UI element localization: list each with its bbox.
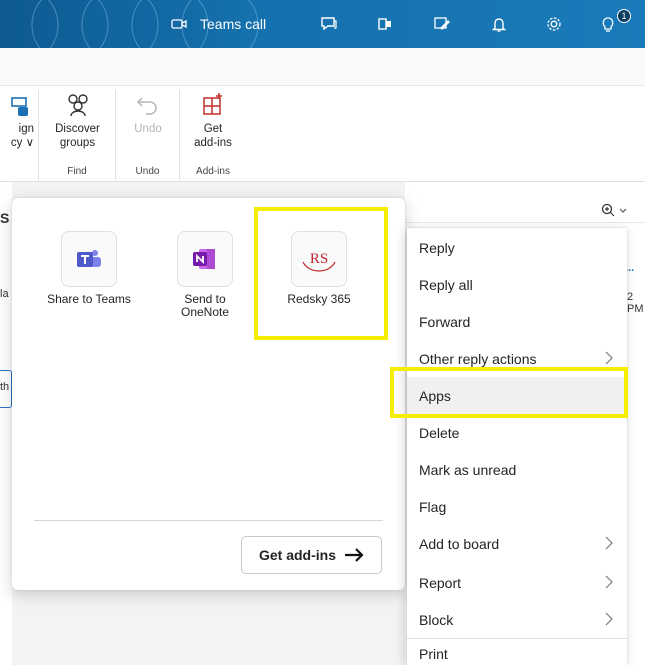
get-addins-label: Get add-ins (258, 547, 336, 563)
pen-icon (431, 13, 453, 35)
menu-label: Add to board (419, 535, 500, 552)
get-addins-button[interactable]: Get add-ins (241, 536, 382, 574)
menu-item-reply[interactable]: Reply (407, 229, 627, 266)
office-button[interactable] (374, 0, 396, 48)
message-list-strip (0, 182, 12, 665)
highlight-redsky (254, 207, 388, 340)
highlight-apps (390, 367, 628, 418)
menu-label: Report (419, 574, 462, 591)
camera-icon (168, 13, 190, 35)
menu-label: Reply all (419, 276, 473, 293)
menu-label: Other reply actions (419, 350, 537, 367)
menu-label: Flag (419, 498, 447, 515)
app-send-to-onenote[interactable]: Send to OneNote (155, 231, 255, 319)
menu-item-forward[interactable]: Forward (407, 303, 627, 340)
settings-button[interactable] (543, 0, 565, 48)
discover-groups-button[interactable]: Discover groups (39, 92, 116, 150)
menu-item-delete[interactable]: Delete (407, 414, 627, 451)
zoom-button[interactable] (601, 203, 631, 224)
office-icon (374, 13, 396, 35)
zoom-icon (601, 203, 627, 217)
menu-label: Block (419, 611, 454, 628)
list-heading-fragment: S (0, 210, 10, 226)
teams-icon (61, 231, 117, 287)
arrow-right-icon (345, 548, 364, 562)
list-text-fragment-1: la (0, 288, 9, 300)
ribbon: ign cy ∨ Discover groups Find Undo Undo … (0, 86, 645, 182)
chevron-right-icon (605, 351, 613, 365)
get-label-2: add-ins (194, 137, 232, 149)
menu-label: Print (419, 646, 448, 662)
menu-item-report[interactable]: Report (407, 564, 627, 601)
discover-label-2: groups (59, 137, 96, 149)
app-label-teams: Share to Teams (47, 292, 131, 306)
menu-divider (407, 638, 627, 639)
chat-button[interactable] (318, 0, 340, 48)
onenote-icon (177, 231, 233, 287)
menu-item-mark-as-unread[interactable]: Mark as unread (407, 451, 627, 488)
notifications-button[interactable] (488, 0, 510, 48)
policy-icon (11, 97, 28, 116)
undo-group-label: Undo (135, 166, 160, 177)
find-group-label: Find (67, 166, 87, 177)
people-icon (67, 94, 88, 117)
list-text-fragment-2: th (0, 381, 10, 393)
ribbon-group-undo: Undo Undo (116, 90, 180, 180)
menu-item-print[interactable]: Print (407, 641, 627, 665)
menu-item-flag[interactable]: Flag (407, 488, 627, 525)
teams-call-label: Teams call (200, 16, 267, 32)
ribbon-group-partial: ign cy ∨ (0, 90, 39, 180)
menu-label: Forward (419, 313, 471, 330)
policy-label-1: ign (18, 123, 34, 135)
addins-icon (203, 93, 222, 115)
notification-badge: 1 (617, 9, 631, 23)
addins-group-label: Add-ins (196, 166, 230, 177)
chevron-right-icon (605, 575, 613, 589)
teams-call-button[interactable]: Teams call (168, 0, 266, 48)
search-band (0, 48, 645, 86)
bell-icon (488, 13, 510, 35)
discover-label-1: Discover (55, 123, 100, 135)
policy-button[interactable]: ign cy ∨ (0, 96, 34, 150)
undo-button[interactable]: Undo (116, 92, 180, 136)
menu-label: Reply (419, 239, 455, 256)
outlook-window: Teams call 1 ign cy ∨ Discover groups Fi… (0, 0, 645, 665)
menu-label: Delete (419, 424, 460, 441)
app-share-to-teams[interactable]: Share to Teams (39, 231, 139, 306)
context-menu: Reply Reply all Forward Other reply acti… (407, 228, 627, 665)
title-bar: Teams call 1 (0, 0, 645, 48)
panel-divider (34, 520, 383, 521)
menu-item-add-to-board[interactable]: Add to board (407, 525, 627, 562)
menu-item-reply-all[interactable]: Reply all (407, 266, 627, 303)
menu-item-block[interactable]: Block (407, 601, 627, 638)
chevron-right-icon (605, 536, 613, 550)
get-addins-ribbon-button[interactable]: Get add-ins (180, 92, 246, 150)
chat-icon (318, 13, 340, 35)
tips-button[interactable] (597, 0, 619, 48)
get-label-1: Get (203, 123, 223, 135)
ribbon-group-find: Discover groups Find (39, 90, 116, 180)
menu-label: Mark as unread (419, 461, 517, 478)
app-label-onenote-2: OneNote (180, 305, 230, 319)
chevron-right-icon (605, 612, 613, 626)
time-fragment: 2 PM (627, 291, 644, 315)
lightbulb-icon (597, 13, 619, 35)
undo-label: Undo (134, 123, 162, 135)
undo-icon (136, 97, 157, 115)
policy-label-2: cy ∨ (10, 137, 34, 149)
ribbon-group-addins: Get add-ins Add-ins (180, 90, 246, 180)
gear-icon (543, 13, 565, 35)
feedback-button[interactable] (431, 0, 453, 48)
